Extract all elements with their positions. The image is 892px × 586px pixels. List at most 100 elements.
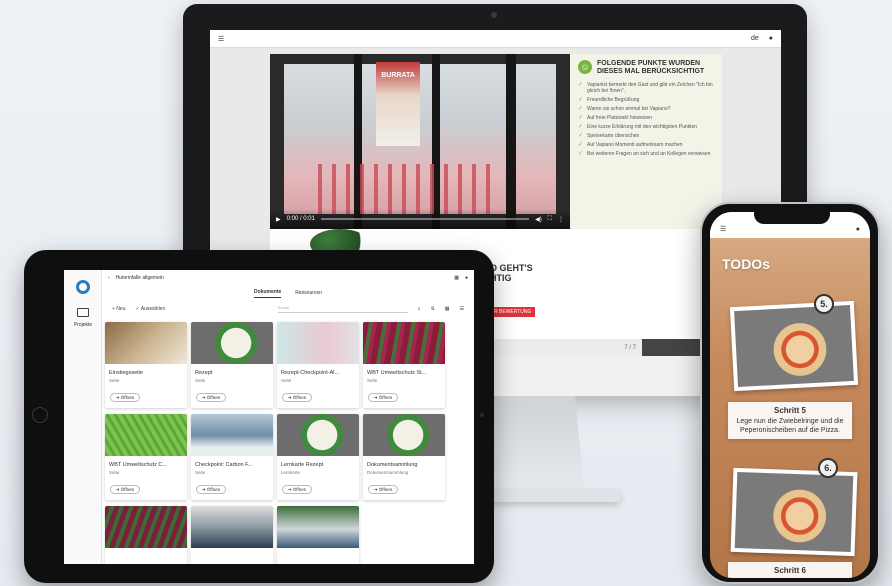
- monitor-stand: [485, 396, 585, 496]
- rating-button[interactable]: R BEWERTUNG: [490, 307, 536, 317]
- checklist-item-text: Speisekarte übersichen: [587, 133, 640, 139]
- open-button[interactable]: ➜ Öffnen: [196, 393, 226, 402]
- grid-view-icon[interactable]: ▦: [445, 306, 450, 312]
- document-card[interactable]: Rezept Seite ➜ Öffnen: [191, 322, 273, 408]
- grid-icon[interactable]: ▦: [454, 275, 459, 281]
- check-icon: ✓: [578, 142, 584, 148]
- check-icon: ✓: [578, 97, 584, 103]
- checklist-item-text: Auf Vapiano Momenti aufmerksam machen: [587, 142, 683, 148]
- step-photo: [730, 467, 858, 557]
- document-card[interactable]: [277, 506, 359, 564]
- phone: ☰ ● TODOs 5. Schritt 5 Lege nun die Zwie…: [700, 202, 880, 584]
- menu-icon[interactable]: ☰: [218, 35, 224, 43]
- play-icon[interactable]: ▶: [276, 216, 281, 223]
- sidebar-item-projects[interactable]: Projekte: [64, 322, 102, 328]
- card-thumbnail: [277, 506, 359, 548]
- fullscreen-icon[interactable]: ⛶: [548, 216, 552, 223]
- checklist-item-text: Waren sie schon einmal bei Vapiano?: [587, 106, 671, 112]
- open-button[interactable]: ➜ Öffnen: [110, 485, 140, 494]
- open-button[interactable]: ➜ Öffnen: [110, 393, 140, 402]
- checklist-item: ✓ Waren sie schon einmal bei Vapiano?: [578, 106, 714, 112]
- folder-icon[interactable]: [77, 308, 89, 317]
- tablet-screen: Projekte ‹ Hutorinfalle allgemein ▦ ● Do…: [64, 270, 474, 564]
- search-icon[interactable]: ⌕: [418, 306, 421, 312]
- pizza-image: [734, 471, 854, 553]
- open-button[interactable]: ➜ Öffnen: [282, 485, 312, 494]
- card-title: Rezept: [195, 370, 213, 376]
- checklist-item-text: Eine kurze Erklärung mit den wichtigsten…: [587, 124, 698, 130]
- document-card[interactable]: Checkpoint: Carbon F... Seite ➜ Öffnen: [191, 414, 273, 500]
- document-card[interactable]: Lernkarte Rezept Lernkarte ➜ Öffnen: [277, 414, 359, 500]
- user-icon[interactable]: ●: [769, 35, 773, 42]
- checklist-item: ✓ Bei weiteren Fragen an sich und an Koll…: [578, 151, 714, 157]
- user-icon[interactable]: ●: [465, 275, 468, 281]
- app-logo-icon[interactable]: [76, 280, 90, 294]
- camera: [491, 12, 497, 18]
- check-icon: ✓: [578, 82, 584, 88]
- open-button[interactable]: ➜ Öffnen: [282, 393, 312, 402]
- restaurant-chairs: [318, 164, 498, 214]
- step-label: Schritt 5: [773, 406, 806, 415]
- window-pane: [516, 64, 556, 214]
- document-card[interactable]: Einstiegsseite Seite ➜ Öffnen: [105, 322, 187, 408]
- document-card[interactable]: [191, 506, 273, 564]
- open-button[interactable]: ➜ Öffnen: [196, 485, 226, 494]
- camera: [480, 413, 484, 417]
- card-type: Seite: [195, 470, 206, 475]
- card-title: Checkpoint: Carbon F...: [195, 462, 253, 468]
- card-thumbnail: [277, 414, 359, 456]
- card-type: Dokumentsammlung: [367, 470, 409, 475]
- document-grid: Einstiegsseite Seite ➜ Öffnen Rezept Seite ➜…: [105, 322, 449, 564]
- phone-notch: [754, 210, 830, 224]
- page-title: TODOs: [722, 256, 770, 272]
- tablet: Projekte ‹ Hutorinfalle allgemein ▦ ● Do…: [24, 250, 494, 583]
- window-frame: [506, 54, 516, 229]
- document-card[interactable]: WBT Umweltschutz St... Seite ➜ Öffnen: [363, 322, 445, 408]
- open-button[interactable]: ➜ Öffnen: [368, 485, 398, 494]
- check-icon: ✓: [578, 124, 584, 130]
- document-card[interactable]: Rezept-Checkpoint-Al... Seite ➜ Öffnen: [277, 322, 359, 408]
- menu-icon[interactable]: ☰: [720, 225, 726, 233]
- list-view-icon[interactable]: ☰: [460, 306, 464, 312]
- pager-count: 7 / 7: [624, 344, 636, 351]
- phone-screen: ☰ ● TODOs 5. Schritt 5 Lege nun die Zwie…: [710, 212, 870, 578]
- card-thumbnail: [191, 322, 273, 364]
- checklist-item: ✓ Auf Vapiano Momenti aufmerksam machen: [578, 142, 714, 148]
- burrata-poster: BURRATA: [376, 62, 420, 146]
- search-input[interactable]: Suche: [277, 305, 408, 313]
- user-icon[interactable]: ●: [856, 226, 860, 233]
- open-button[interactable]: ➜ Öffnen: [368, 393, 398, 402]
- checklist: ✓ Vapianist bemerkt den Gast und gibt ein…: [578, 82, 714, 157]
- video-player[interactable]: BURRATA ▶ 0:00 / 0:01 ◀) ⛶ ⋮: [270, 54, 570, 229]
- video-progress[interactable]: [320, 218, 530, 220]
- checklist-item-text: Freundliche Begrüßung: [587, 97, 640, 103]
- more-icon[interactable]: ⋮: [558, 216, 564, 223]
- volume-icon[interactable]: ◀): [535, 216, 542, 223]
- select-button[interactable]: ✓ Auswählen: [135, 306, 165, 312]
- card-title: Lernkarte Rezept: [281, 462, 324, 468]
- smiley-icon: ☺: [578, 60, 592, 74]
- desktop-topbar: ☰ de ●: [210, 30, 781, 48]
- back-icon[interactable]: ‹: [108, 275, 110, 281]
- card-type: Seite: [195, 378, 206, 383]
- home-button[interactable]: [32, 407, 48, 423]
- checklist-item: ✓ Eine kurze Erklärung mit den wichtigste…: [578, 124, 714, 130]
- document-card[interactable]: WBT Umweltschutz C... Seite ➜ Öffnen: [105, 414, 187, 500]
- card-thumbnail: [363, 414, 445, 456]
- card-thumbnail: [191, 414, 273, 456]
- card-thumbnail: [105, 506, 187, 548]
- checklist-item: ✓ Vapianist bemerkt den Gast und gibt ein…: [578, 82, 714, 94]
- card-type: Lernkarte: [281, 470, 301, 475]
- language-selector[interactable]: de: [751, 35, 759, 42]
- tab-documents[interactable]: Dokumente: [254, 289, 282, 298]
- document-card[interactable]: Dokumentsammlung Dokumentsammlung ➜ Öffnen: [363, 414, 445, 500]
- sort-icon[interactable]: ⇅: [431, 306, 435, 312]
- check-icon: ✓: [578, 115, 584, 121]
- tab-resources[interactable]: Ressourcen: [295, 290, 322, 296]
- checklist-item: ✓ Auf freie Platzwahl hinweisen: [578, 115, 714, 121]
- step-text: Lege nun die Zwiebelringe und die Pepero…: [736, 418, 844, 434]
- sidebar: Projekte: [64, 270, 102, 564]
- card-type: Seite: [281, 378, 292, 383]
- document-card[interactable]: [105, 506, 187, 564]
- new-button[interactable]: + Neu: [112, 306, 125, 312]
